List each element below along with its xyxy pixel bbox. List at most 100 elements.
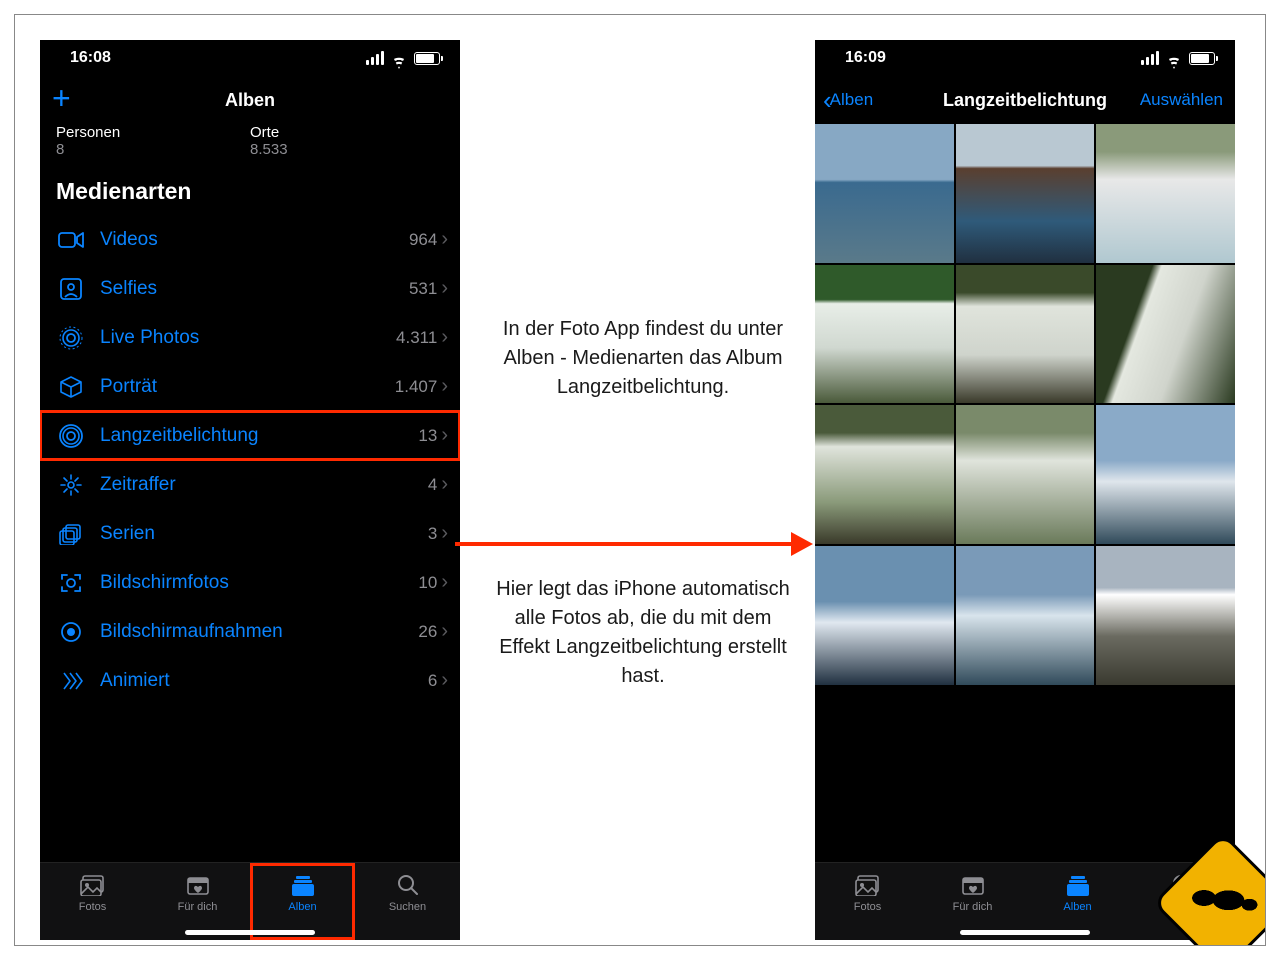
home-indicator[interactable] [960, 930, 1090, 935]
photos-icon [854, 873, 882, 897]
photo-thumbnail[interactable] [1096, 546, 1235, 685]
watermark-logo [1145, 825, 1265, 945]
chevron-right-icon: › [441, 473, 448, 496]
tab-label: Fotos [79, 901, 107, 913]
chevron-right-icon: › [441, 326, 448, 349]
row-count: 4 [428, 475, 437, 495]
tab-label: Alben [1063, 901, 1091, 913]
chevron-right-icon: › [441, 228, 448, 251]
tab-label: Für dich [178, 901, 218, 913]
tab-bar: Fotos Für dich Alben [40, 862, 460, 940]
tab-label: Suchen [389, 901, 426, 913]
row-count: 4.311 [396, 328, 437, 348]
annotation-text-2: Hier legt das iPhone automatisch alle Fo… [493, 575, 793, 691]
nav-title: Langzeitbelichtung [943, 90, 1107, 111]
tab-fuerdich[interactable]: Für dich [145, 863, 250, 940]
photo-thumbnail[interactable] [815, 265, 954, 404]
tab-alben[interactable]: Alben [1025, 863, 1130, 940]
longexposure-icon [56, 421, 86, 451]
livephoto-icon [56, 323, 86, 353]
annotation-arrow [455, 540, 813, 548]
content-area[interactable]: Personen 8 Orte 8.533 Medienarten Videos… [40, 124, 460, 862]
status-bar: 16:09 [815, 40, 1235, 76]
wifi-icon [390, 51, 408, 65]
photo-thumbnail[interactable] [1096, 265, 1235, 404]
people-summary[interactable]: Personen 8 [56, 124, 250, 158]
photo-thumbnail[interactable] [956, 265, 1095, 404]
nav-bar: ‹ Alben Langzeitbelichtung Auswählen [815, 76, 1235, 124]
status-icons [366, 51, 440, 65]
chevron-right-icon: › [441, 522, 448, 545]
add-album-button[interactable]: + [52, 82, 71, 114]
photo-thumbnail[interactable] [956, 546, 1095, 685]
row-count: 10 [418, 573, 437, 593]
nav-bar: + Alben [40, 76, 460, 124]
people-count: 8 [56, 141, 250, 158]
albums-icon [289, 873, 317, 897]
photo-thumbnail[interactable] [815, 124, 954, 263]
animated-icon [56, 666, 86, 696]
row-screenshots[interactable]: Bildschirmfotos 10 › [40, 558, 460, 607]
row-label: Bildschirmfotos [100, 572, 418, 594]
tab-fuerdich[interactable]: Für dich [920, 863, 1025, 940]
row-count: 13 [418, 426, 437, 446]
nav-title: Alben [225, 90, 275, 111]
row-label: Serien [100, 523, 428, 545]
row-label: Bildschirmaufnahmen [100, 621, 418, 643]
phone-albums: 16:08 + Alben Personen 8 Or [40, 40, 460, 940]
select-button[interactable]: Auswählen [1140, 76, 1223, 124]
row-livephotos[interactable]: Live Photos 4.311 › [40, 313, 460, 362]
chevron-right-icon: › [441, 620, 448, 643]
row-videos[interactable]: Videos 964 › [40, 215, 460, 264]
tab-fotos[interactable]: Fotos [40, 863, 145, 940]
cellular-icon [366, 51, 384, 65]
photos-icon [79, 873, 107, 897]
row-portrait[interactable]: Porträt 1.407 › [40, 362, 460, 411]
back-label: Alben [830, 90, 873, 110]
tab-label: Alben [288, 901, 316, 913]
home-indicator[interactable] [185, 930, 315, 935]
annotation-text-1: In der Foto App findest du unter Alben -… [493, 315, 793, 402]
foryou-icon [184, 873, 212, 897]
video-icon [56, 225, 86, 255]
clock: 16:09 [845, 49, 886, 67]
chevron-right-icon: › [441, 375, 448, 398]
row-count: 6 [428, 671, 437, 691]
cellular-icon [1141, 51, 1159, 65]
photo-thumbnail[interactable] [815, 546, 954, 685]
wifi-icon [1165, 51, 1183, 65]
row-label: Zeitraffer [100, 474, 428, 496]
photo-thumbnail[interactable] [815, 405, 954, 544]
status-icons [1141, 51, 1215, 65]
cube-icon [56, 372, 86, 402]
phone-album-detail: 16:09 ‹ Alben Langzeitbelichtung Auswähl… [815, 40, 1235, 940]
photo-thumbnail[interactable] [1096, 405, 1235, 544]
chevron-right-icon: › [441, 571, 448, 594]
row-count: 531 [409, 279, 437, 299]
albums-icon [1064, 873, 1092, 897]
row-label: Live Photos [100, 327, 396, 349]
outer-frame: 16:08 + Alben Personen 8 Or [14, 14, 1266, 946]
row-serien[interactable]: Serien 3 › [40, 509, 460, 558]
row-langzeitbelichtung[interactable]: Langzeitbelichtung 13 › [40, 411, 460, 460]
person-square-icon [56, 274, 86, 304]
search-icon [394, 873, 422, 897]
battery-icon [1189, 52, 1215, 65]
back-button[interactable]: ‹ Alben [823, 76, 873, 124]
tab-fotos[interactable]: Fotos [815, 863, 920, 940]
photo-thumbnail[interactable] [956, 124, 1095, 263]
timelapse-icon [56, 470, 86, 500]
tab-label: Fotos [854, 901, 882, 913]
places-summary[interactable]: Orte 8.533 [250, 124, 444, 158]
tab-suchen[interactable]: Suchen [355, 863, 460, 940]
photo-thumbnail[interactable] [1096, 124, 1235, 263]
row-zeitraffer[interactable]: Zeitraffer 4 › [40, 460, 460, 509]
photo-thumbnail[interactable] [956, 405, 1095, 544]
row-screenrecordings[interactable]: Bildschirmaufnahmen 26 › [40, 607, 460, 656]
chevron-right-icon: › [441, 277, 448, 300]
row-animiert[interactable]: Animiert 6 › [40, 656, 460, 705]
tab-alben[interactable]: Alben [250, 863, 355, 940]
photo-grid[interactable] [815, 124, 1235, 862]
people-places-row: Personen 8 Orte 8.533 [40, 124, 460, 166]
row-selfies[interactable]: Selfies 531 › [40, 264, 460, 313]
